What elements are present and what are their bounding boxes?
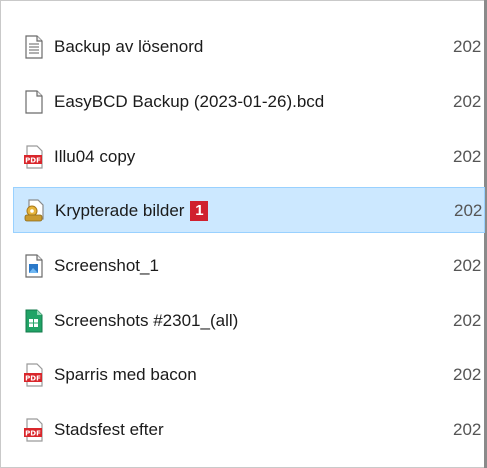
svg-text:PDF: PDF: [25, 430, 41, 438]
pdf-file-icon: PDF: [23, 145, 45, 169]
file-date: 202: [453, 256, 482, 275]
file-name: Stadsfest efter: [54, 420, 164, 439]
svg-text:PDF: PDF: [25, 157, 41, 165]
file-date: 202: [453, 37, 482, 56]
file-name: Screenshot_1: [54, 256, 159, 275]
image-file-icon: [23, 254, 45, 278]
file-row-sparris-med-bacon[interactable]: PDF Sparris med bacon 202: [13, 352, 485, 398]
file-name: Sparris med bacon: [54, 365, 197, 384]
pdf-file-icon: PDF: [23, 418, 45, 442]
file-name: Backup av lösenord: [54, 37, 204, 56]
file-row-easybcd-backup[interactable]: EasyBCD Backup (2023-01-26).bcd 202: [13, 79, 485, 125]
file-name: Krypterade bilder 1: [55, 200, 209, 222]
file-row-krypterade-bilder[interactable]: Krypterade bilder 1 202: [13, 187, 485, 233]
file-date: 202: [453, 92, 482, 111]
pdf-file-icon: PDF: [23, 363, 45, 387]
file-row-screenshots-2301-all[interactable]: Screenshots #2301_(all) 202: [13, 298, 485, 344]
file-date: 202: [453, 147, 482, 166]
file-date: 202: [453, 365, 482, 384]
file-name: Screenshots #2301_(all): [54, 311, 239, 330]
encrypted-file-icon: [24, 199, 46, 223]
svg-text:PDF: PDF: [25, 375, 41, 383]
callout-badge: 1: [190, 201, 209, 221]
blank-file-icon: [23, 90, 45, 114]
file-row-illu04-copy[interactable]: PDF Illu04 copy 202: [13, 134, 485, 180]
file-name: Illu04 copy: [54, 147, 136, 166]
text-file-icon: [23, 35, 45, 59]
file-date: 202: [454, 201, 483, 220]
file-name: EasyBCD Backup (2023-01-26).bcd: [54, 92, 325, 111]
file-row-screenshot-1[interactable]: Screenshot_1 202: [13, 243, 485, 289]
spreadsheet-file-icon: [23, 309, 45, 333]
file-row-backup-av-losenord[interactable]: Backup av lösenord 202: [13, 24, 485, 70]
file-date: 202: [453, 420, 482, 439]
file-row-stadsfest-efter[interactable]: PDF Stadsfest efter 202: [13, 407, 485, 453]
file-date: 202: [453, 311, 482, 330]
